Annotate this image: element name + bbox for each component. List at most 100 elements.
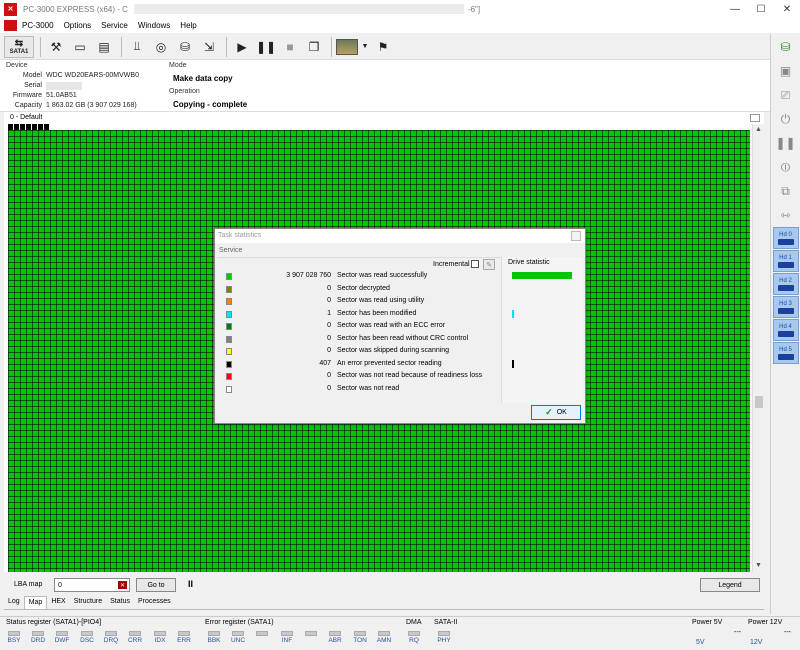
cable-icon[interactable]: ⇿	[773, 204, 799, 226]
color-swatch	[226, 285, 232, 293]
operation-section-title: Operation	[169, 88, 200, 95]
drive-stack-icon[interactable]: ⛁	[174, 36, 196, 58]
dialog-close-button[interactable]	[571, 231, 581, 241]
menu-pc3000[interactable]: PC-3000	[17, 21, 59, 30]
stat-count: 3 907 028 760	[286, 272, 331, 279]
incremental-checkbox[interactable]	[471, 260, 479, 268]
scroll-down-icon[interactable]: ▼	[755, 562, 762, 569]
power-on-icon[interactable]: ⏻	[773, 108, 799, 130]
led-inf: INF	[277, 631, 297, 644]
task-thumbnail[interactable]	[336, 38, 358, 55]
run-person-icon[interactable]: ⚑	[372, 36, 394, 58]
tab-status[interactable]: Status	[106, 596, 134, 609]
chevron-down-icon[interactable]: ▼	[360, 36, 370, 58]
head-3-button[interactable]: Hd 3	[772, 296, 799, 318]
power-12v-reading: ---	[784, 629, 791, 636]
drive-stat-bar	[512, 360, 514, 368]
drive-info-icon[interactable]: ▭	[69, 36, 91, 58]
pencil-icon[interactable]: ✎	[483, 259, 495, 270]
stat-description: Sector was read successfully	[337, 272, 428, 279]
drive-manager-icon[interactable]: ⛁	[773, 36, 799, 58]
maximize-button[interactable]: ☐	[748, 0, 774, 18]
led-err: ERR	[174, 631, 194, 644]
led-amn: AMN	[374, 631, 394, 644]
led-rq: RQ	[404, 631, 424, 644]
power-12v-label: 12V	[750, 639, 763, 646]
goto-button[interactable]: Go to	[136, 578, 176, 592]
legend-button[interactable]: Legend	[700, 578, 760, 592]
tab-log[interactable]: Log	[4, 596, 24, 609]
ok-button[interactable]: ✓ OK	[531, 405, 581, 420]
map-scrollbar[interactable]: ▲ ▼	[752, 124, 764, 572]
scroll-thumb[interactable]	[755, 396, 763, 408]
menu-service[interactable]: Service	[96, 21, 133, 30]
color-swatch	[226, 373, 232, 380]
disk-icon[interactable]: ▣	[773, 60, 799, 82]
sata-port-button[interactable]: ⇆ SATA1	[4, 35, 34, 58]
window-title-tail: -6"]	[467, 4, 481, 14]
menu-windows[interactable]: Windows	[133, 21, 175, 30]
led-drq: DRQ	[101, 631, 121, 644]
document-icon[interactable]: ▤	[93, 36, 115, 58]
serial-redacted	[46, 82, 82, 90]
power-5v-label: 5V	[696, 639, 705, 646]
clear-icon[interactable]: ✕	[118, 581, 127, 589]
minimize-button[interactable]: —	[722, 0, 748, 18]
scroll-up-icon[interactable]: ▲	[755, 126, 762, 133]
head-icon	[777, 307, 794, 314]
tab-hex[interactable]: HEX	[47, 596, 69, 609]
map-header: 0 - Default	[4, 112, 764, 124]
head-icon	[777, 261, 794, 268]
stat-count: 0	[327, 284, 331, 292]
map-expand-box[interactable]	[750, 114, 760, 122]
menu-options[interactable]: Options	[59, 21, 97, 30]
head-2-button[interactable]: Hd 2	[772, 273, 799, 295]
stat-description: Sector decrypted	[337, 284, 390, 292]
map-pause-button[interactable]: II	[188, 579, 193, 589]
binoculars-icon[interactable]: ◎	[150, 36, 172, 58]
power-off-icon[interactable]: ⏼	[773, 156, 799, 178]
head-1-button[interactable]: Hd 1	[772, 250, 799, 272]
menu-help[interactable]: Help	[175, 21, 201, 30]
reset-icon[interactable]: ⎚	[773, 84, 799, 106]
dma-title: DMA	[406, 619, 422, 626]
pause-power-icon[interactable]: ❚❚	[773, 132, 799, 154]
tab-structure[interactable]: Structure	[70, 596, 106, 609]
stat-description: Sector was read with an ECC error	[337, 322, 446, 329]
stat-description: Sector has been read without CRC control	[337, 334, 469, 342]
serial-label: Serial	[24, 82, 42, 89]
windows-icon[interactable]: ❐	[303, 36, 325, 58]
toolbar-separator	[226, 36, 227, 57]
play-icon[interactable]: ▶	[231, 36, 253, 58]
led-bbk: BBK	[204, 631, 224, 644]
capacity-value: 1 863.02 GB (3 907 029 168)	[46, 102, 137, 109]
status-register-title: Status register (SATA1)-[PIO4]	[6, 619, 102, 626]
head-5-button[interactable]: Hd 5	[772, 342, 799, 364]
led-phy: PHY	[434, 631, 454, 644]
color-swatch	[226, 310, 232, 318]
led-drd: DRD	[28, 631, 48, 644]
stat-count: 407	[319, 359, 331, 367]
toolbar-separator	[331, 36, 332, 57]
pause-icon[interactable]: ❚❚	[255, 36, 277, 58]
sata-plug-icon: ⇆	[14, 38, 24, 49]
head-4-button[interactable]: Hd 4	[772, 319, 799, 341]
export-icon[interactable]: ⇲	[198, 36, 220, 58]
incremental-label: Incremental	[433, 261, 470, 268]
adapter-icon[interactable]: ⧉	[773, 180, 799, 202]
connector-icon[interactable]: ⫫	[126, 36, 148, 58]
device-section-title: Device	[6, 62, 28, 69]
tab-map[interactable]: Map	[23, 596, 48, 609]
stat-row: 0 Sector decrypted	[223, 284, 493, 296]
device-info-panel: Device Model WDC WD20EARS-00MVWB0 Serial…	[0, 60, 770, 112]
tools-icon[interactable]: ⚒	[45, 36, 67, 58]
stat-row: 0 Sector was not read because of readines…	[223, 371, 493, 383]
stat-row: 0 Sector was read using utility	[223, 296, 493, 308]
power-12v-title: Power 12V	[748, 619, 783, 626]
stop-icon[interactable]: ■	[279, 36, 301, 58]
head-0-button[interactable]: Hd 0	[772, 227, 799, 249]
stat-row: 3 907 028 760 Sector was read successfull…	[223, 271, 493, 283]
tab-processes[interactable]: Processes	[134, 596, 175, 609]
close-button[interactable]: ✕	[774, 0, 800, 18]
led-dsc: DSC	[77, 631, 97, 644]
